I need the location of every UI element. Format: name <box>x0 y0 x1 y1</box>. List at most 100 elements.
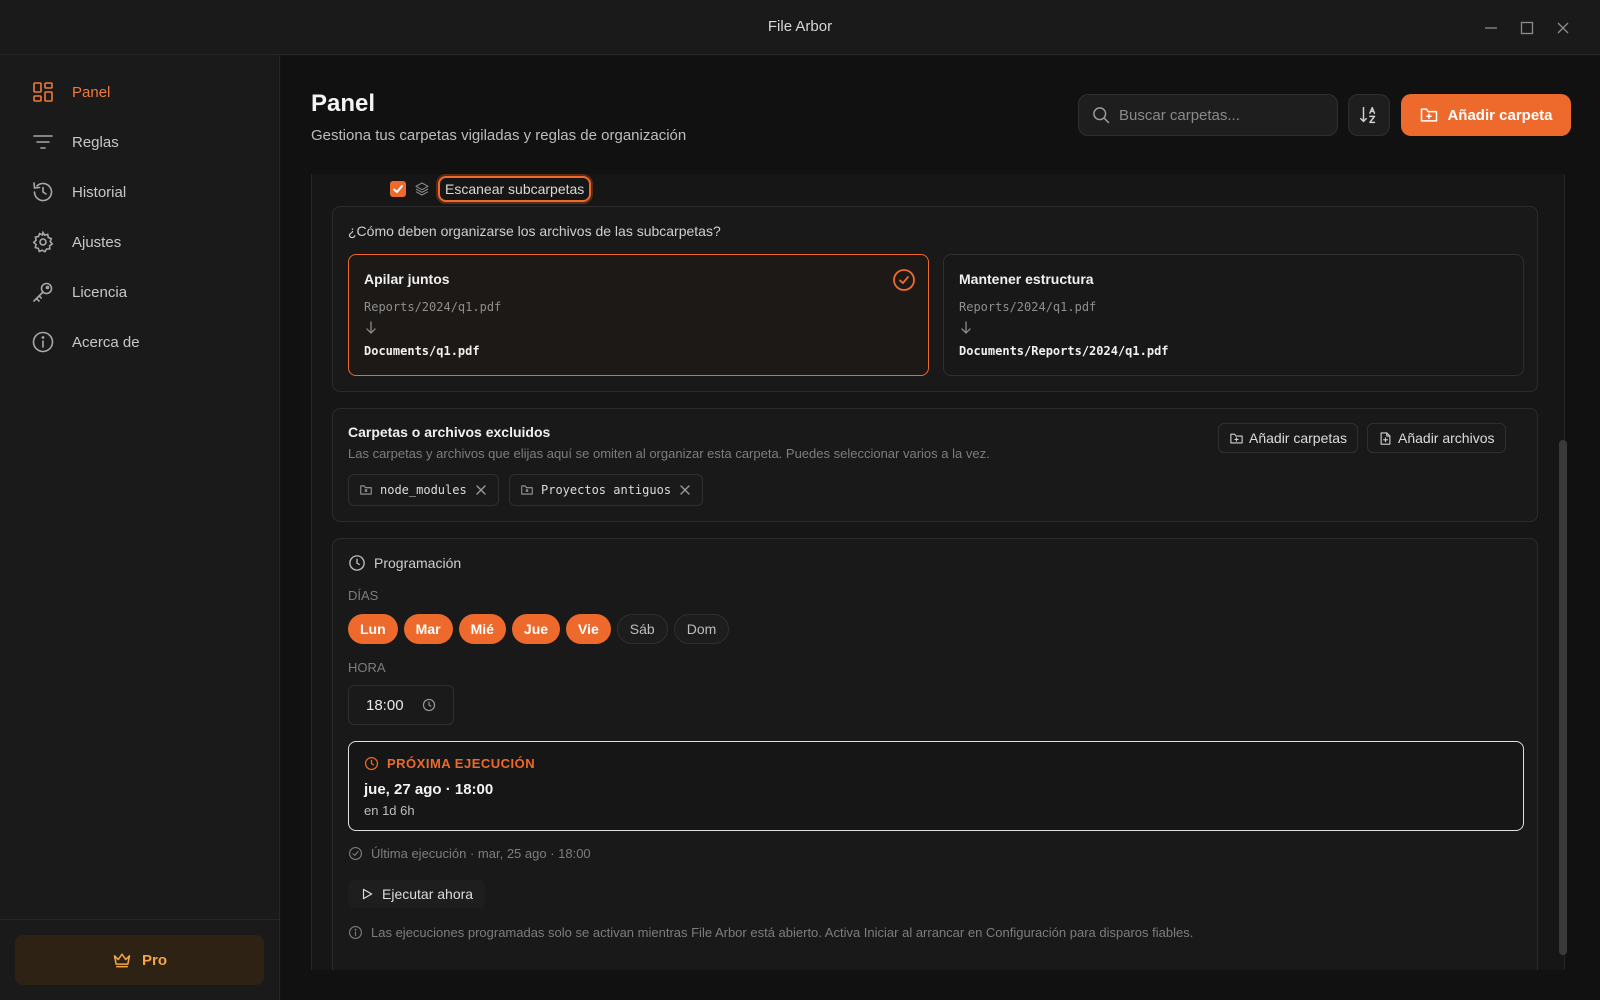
excluded-title: Carpetas o archivos excluidos <box>348 424 551 440</box>
scan-subfolders-label[interactable]: Escanear subcarpetas <box>438 176 592 202</box>
arrow-down-icon <box>961 321 971 334</box>
schedule-note-text: Las ejecuciones programadas solo se acti… <box>371 925 1194 940</box>
folder-settings-panel: Escanear subcarpetas ¿Cómo deben organiz… <box>311 174 1565 970</box>
clock-icon <box>349 555 365 571</box>
selected-check-icon <box>893 269 915 291</box>
next-run-label: PRÓXIMA EJECUCIÓN <box>387 756 536 771</box>
search-box <box>1078 94 1338 136</box>
check-icon <box>393 185 403 193</box>
window-title: File Arbor <box>767 18 833 35</box>
option-example-target: Documents/Reports/2024/q1.pdf <box>959 344 1169 358</box>
excluded-chip: Proyectos antiguos <box>509 474 704 506</box>
play-icon <box>362 888 373 900</box>
maximize-icon <box>1520 21 1534 35</box>
next-run-header: PRÓXIMA EJECUCIÓN <box>364 756 535 771</box>
day-toggle-thu[interactable]: Jue <box>511 614 561 644</box>
time-input[interactable]: 18:00 <box>348 685 454 725</box>
option-keep-structure[interactable]: Mantener estructura Reports/2024/q1.pdf … <box>943 254 1524 376</box>
excluded-chip: node_modules <box>348 474 499 506</box>
sort-button[interactable] <box>1348 94 1390 136</box>
sidebar-item-label: Reglas <box>72 133 119 151</box>
page-title: Panel <box>311 90 376 117</box>
sidebar-item-license[interactable]: Licencia <box>14 271 266 313</box>
gear-icon <box>30 229 56 255</box>
sidebar-item-settings[interactable]: Ajustes <box>14 221 266 263</box>
next-run-relative: en 1d 6h <box>364 803 415 818</box>
remove-icon[interactable] <box>474 483 488 497</box>
file-plus-icon <box>1380 431 1391 445</box>
excluded-chip-label: Proyectos antiguos <box>541 483 672 497</box>
search-input[interactable] <box>1119 106 1319 124</box>
day-selector: Lun Mar Mié Jue Vie Sáb Dom <box>348 614 730 644</box>
excluded-card: Carpetas o archivos excluidos Las carpet… <box>332 408 1538 522</box>
maximize-button[interactable] <box>1515 16 1539 40</box>
add-folder-button[interactable]: Añadir carpeta <box>1401 94 1571 136</box>
add-folders-button[interactable]: Añadir carpetas <box>1218 423 1359 453</box>
key-icon <box>30 279 56 305</box>
sidebar-item-about[interactable]: Acerca de <box>14 321 266 363</box>
option-example-target: Documents/q1.pdf <box>364 344 480 358</box>
last-run-text: Última ejecución · mar, 25 ago · 18:00 <box>371 846 591 861</box>
last-run: Última ejecución · mar, 25 ago · 18:00 <box>348 846 591 861</box>
info-icon <box>349 926 362 939</box>
day-toggle-tue[interactable]: Mar <box>403 614 453 644</box>
day-toggle-mon[interactable]: Lun <box>348 614 398 644</box>
pro-button[interactable]: Pro <box>15 935 264 985</box>
scan-subfolders-row: Escanear subcarpetas <box>390 174 592 204</box>
sidebar-item-history[interactable]: Historial <box>14 171 266 213</box>
folder-excluded-icon <box>360 485 372 495</box>
sidebar-item-label: Ajustes <box>72 233 122 251</box>
schedule-note: Las ejecuciones programadas solo se acti… <box>348 925 1193 940</box>
schedule-card: Programación DÍAS Lun Mar Mié Jue Vie Sá… <box>332 538 1538 970</box>
option-title: Apilar juntos <box>364 271 450 287</box>
close-icon <box>1557 22 1569 34</box>
sidebar-item-label: Panel <box>72 83 111 101</box>
sidebar: Panel Reglas Historial Ajustes Licencia … <box>0 55 280 1000</box>
minimize-button[interactable] <box>1479 16 1503 40</box>
history-icon <box>30 179 56 205</box>
days-label: DÍAS <box>348 588 379 603</box>
dashboard-icon <box>30 79 56 105</box>
sidebar-item-panel[interactable]: Panel <box>14 71 266 113</box>
minimize-icon <box>1485 27 1497 29</box>
day-toggle-fri[interactable]: Vie <box>566 614 611 644</box>
add-folder-label: Añadir carpeta <box>1447 106 1553 124</box>
pro-label: Pro <box>141 951 167 969</box>
run-now-button[interactable]: Ejecutar ahora <box>348 880 486 908</box>
scrollbar-thumb[interactable] <box>1559 440 1567 955</box>
time-label: HORA <box>348 660 386 675</box>
excluded-subtitle: Las carpetas y archivos que elijas aquí … <box>348 446 990 461</box>
folder-plus-icon <box>1230 433 1243 443</box>
check-circle-icon <box>349 847 362 860</box>
folder-excluded-icon <box>521 485 533 495</box>
day-toggle-wed[interactable]: Mié <box>458 614 506 644</box>
arrow-down-icon <box>366 321 376 334</box>
info-icon <box>30 329 56 355</box>
schedule-header: Programación <box>348 554 461 572</box>
option-stack-together[interactable]: Apilar juntos Reports/2024/q1.pdf Docume… <box>348 254 929 376</box>
scan-subfolders-checkbox[interactable] <box>390 181 406 197</box>
close-button[interactable] <box>1551 16 1575 40</box>
sidebar-item-label: Historial <box>72 183 127 201</box>
search-icon <box>1093 107 1110 124</box>
day-toggle-sun[interactable]: Dom <box>673 614 730 644</box>
schedule-title: Programación <box>374 555 462 571</box>
filter-icon <box>30 129 56 155</box>
next-run-box: PRÓXIMA EJECUCIÓN jue, 27 ago · 18:00 en… <box>348 741 1524 831</box>
option-title: Mantener estructura <box>959 271 1094 287</box>
clock-icon <box>422 698 435 712</box>
option-example-source: Reports/2024/q1.pdf <box>959 300 1097 314</box>
remove-icon[interactable] <box>678 483 692 497</box>
folder-plus-icon <box>1421 108 1438 122</box>
sidebar-item-label: Licencia <box>72 283 128 301</box>
sidebar-item-rules[interactable]: Reglas <box>14 121 266 163</box>
next-run-date: jue, 27 ago · 18:00 <box>364 781 494 798</box>
add-files-button[interactable]: Añadir archivos <box>1367 423 1506 453</box>
excluded-chip-label: node_modules <box>380 483 467 497</box>
title-bar: File Arbor <box>0 0 1600 55</box>
day-toggle-sat[interactable]: Sáb <box>616 614 668 644</box>
subfolder-mode-card: ¿Cómo deben organizarse los archivos de … <box>332 206 1538 392</box>
option-example-source: Reports/2024/q1.pdf <box>364 300 502 314</box>
add-files-label: Añadir archivos <box>1398 430 1495 446</box>
main-area: Panel Gestiona tus carpetas vigiladas y … <box>281 56 1600 1000</box>
